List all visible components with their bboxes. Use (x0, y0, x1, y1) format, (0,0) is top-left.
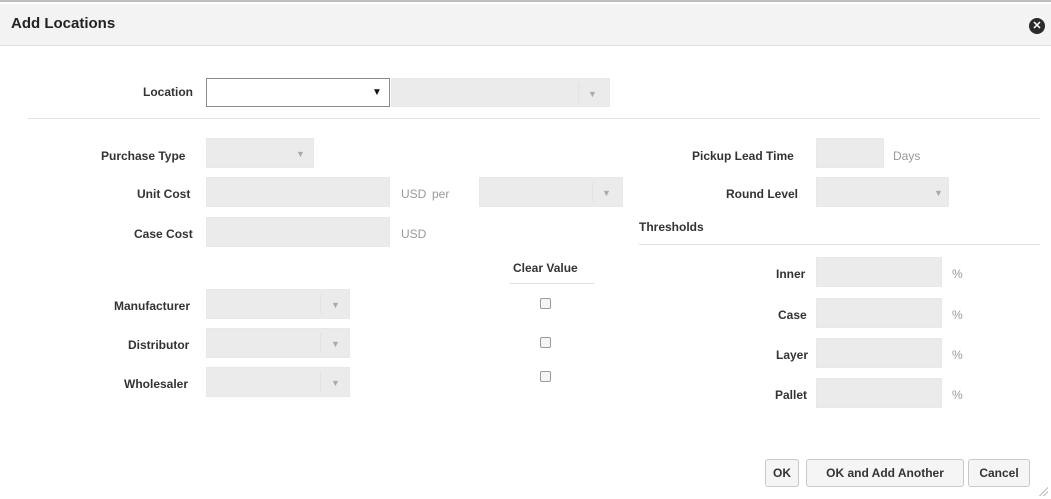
case-percent: % (952, 308, 963, 322)
case-cost-label: Case Cost (134, 227, 193, 241)
unit-cost-per: per (432, 187, 450, 201)
pickup-lead-time-input[interactable] (816, 138, 884, 168)
wholesaler-label: Wholesaler (124, 377, 189, 391)
add-locations-dialog: Add Locations ✕ Location ▼ ▼ Purchase Ty… (0, 0, 1051, 499)
manufacturer-label: Manufacturer (114, 299, 191, 313)
unit-cost-currency: USD (401, 187, 427, 201)
layer-threshold-input[interactable] (816, 338, 942, 368)
round-level-select[interactable]: ▼ (816, 177, 949, 207)
pickup-lead-time-unit: Days (893, 149, 921, 163)
location-select[interactable]: ▼ (206, 78, 390, 107)
case-threshold-input[interactable] (816, 298, 942, 328)
clear-value-underline (510, 283, 594, 284)
layer-percent: % (952, 348, 963, 362)
pallet-threshold-input[interactable] (816, 378, 942, 408)
ok-and-add-another-button[interactable]: OK and Add Another (806, 459, 964, 487)
chevron-down-icon: ▼ (588, 89, 597, 99)
select-divider (320, 294, 321, 314)
pickup-lead-time-label: Pickup Lead Time (692, 149, 794, 163)
select-divider (320, 333, 321, 353)
resize-handle[interactable] (1038, 486, 1048, 496)
purchase-type-label: Purchase Type (101, 149, 186, 163)
inner-label: Inner (776, 267, 806, 281)
pallet-percent: % (952, 388, 963, 402)
layer-label: Layer (776, 348, 809, 362)
chevron-down-icon: ▼ (296, 149, 305, 159)
chevron-down-icon: ▼ (331, 378, 340, 388)
select-divider (592, 182, 593, 202)
unit-cost-input[interactable] (206, 177, 390, 207)
location-label: Location (143, 85, 193, 99)
section-divider (28, 118, 1040, 119)
unit-cost-uom-select[interactable]: ▼ (479, 177, 623, 207)
chevron-down-icon: ▼ (331, 300, 340, 310)
select-divider (578, 83, 579, 103)
cancel-button[interactable]: Cancel (968, 459, 1030, 487)
distributor-select[interactable]: ▼ (206, 328, 350, 358)
thresholds-label: Thresholds (639, 220, 704, 234)
wholesaler-select[interactable]: ▼ (206, 367, 350, 397)
unit-cost-label: Unit Cost (137, 187, 191, 201)
dialog-title: Add Locations (11, 15, 116, 32)
clear-value-header: Clear Value (513, 261, 578, 275)
distributor-label: Distributor (128, 338, 190, 352)
close-icon[interactable]: ✕ (1029, 18, 1045, 34)
pallet-label: Pallet (775, 388, 808, 402)
manufacturer-clear-checkbox[interactable] (540, 298, 551, 309)
distributor-clear-checkbox[interactable] (540, 337, 551, 348)
round-level-label: Round Level (726, 187, 799, 201)
location-secondary-select[interactable]: ▼ (391, 78, 610, 107)
manufacturer-select[interactable]: ▼ (206, 289, 350, 319)
chevron-down-icon: ▼ (331, 339, 340, 349)
inner-threshold-input[interactable] (816, 257, 942, 287)
case-cost-input[interactable] (206, 217, 390, 247)
chevron-down-icon: ▼ (602, 188, 611, 198)
wholesaler-clear-checkbox[interactable] (540, 371, 551, 382)
chevron-down-icon: ▼ (934, 188, 943, 198)
ok-button[interactable]: OK (765, 459, 799, 487)
dialog-header: Add Locations ✕ (0, 4, 1051, 46)
purchase-type-select[interactable]: ▼ (206, 138, 314, 168)
thresholds-divider (639, 244, 1040, 245)
inner-percent: % (952, 267, 963, 281)
case-cost-currency: USD (401, 227, 427, 241)
chevron-down-icon: ▼ (372, 87, 382, 98)
select-divider (320, 372, 321, 392)
case-label: Case (778, 308, 807, 322)
